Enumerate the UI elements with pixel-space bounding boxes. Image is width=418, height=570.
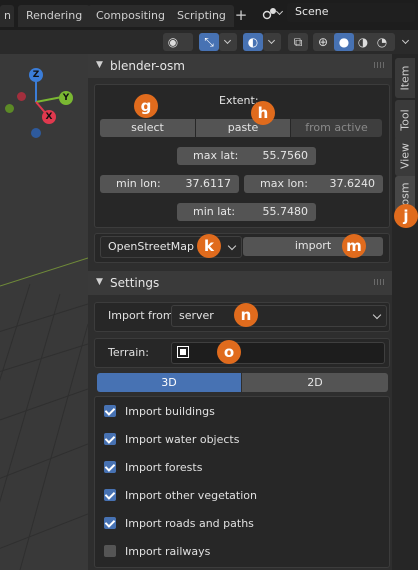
scene-icon[interactable] xyxy=(262,6,278,22)
gizmo-y-axis[interactable]: Y xyxy=(59,91,73,105)
wireframe-shading-icon[interactable]: ⊕ xyxy=(315,34,331,50)
max-lon-label: max lon: xyxy=(260,177,308,190)
solid-shading-icon: ● xyxy=(338,35,350,49)
min-lat-value: 55.7480 xyxy=(262,205,309,218)
paste-button[interactable]: paste xyxy=(196,119,290,137)
min-lat-label: min lat: xyxy=(193,205,236,218)
tab-view[interactable]: View xyxy=(395,136,415,176)
chevron-down-icon xyxy=(227,241,237,251)
object-picker-icon xyxy=(177,346,189,358)
chevron-down-icon xyxy=(223,36,232,45)
gizmo-dropdown[interactable] xyxy=(219,33,237,51)
max-lon-field[interactable]: max lon: 37.6240 xyxy=(244,175,383,193)
annotation-marker-g: g xyxy=(134,94,158,118)
gizmo-neg-x-axis[interactable] xyxy=(17,92,26,101)
gizmo-toggle[interactable]: ⤡ xyxy=(199,33,219,51)
collapse-arrow-icon: ▼ xyxy=(96,277,103,287)
xray-toggle[interactable]: ⧉ xyxy=(288,33,308,51)
annotation-marker-n: n xyxy=(234,303,258,327)
panel-title: blender-osm xyxy=(110,59,185,73)
blender-osm-panel-header[interactable]: ▼ blender-osm xyxy=(88,54,392,78)
add-workspace-button[interactable]: + xyxy=(232,5,250,27)
import-roads-label: Import roads and paths xyxy=(125,517,254,530)
import-buildings-checkbox[interactable] xyxy=(104,405,116,417)
workspace-tab-bar: n Rendering Compositing Scripting + Scen… xyxy=(0,0,418,30)
min-lon-value: 37.6117 xyxy=(185,177,232,190)
import-water-checkbox[interactable] xyxy=(104,433,116,445)
import-from-value: server xyxy=(179,309,214,322)
gizmo-icon: ⤡ xyxy=(204,35,214,49)
data-source-value: OpenStreetMap xyxy=(108,240,195,253)
import-from-label: Import from: xyxy=(108,309,178,322)
terrain-object-field[interactable] xyxy=(171,342,385,364)
tab-osm-label: osm xyxy=(398,182,412,206)
annotation-marker-h: h xyxy=(251,101,275,125)
workspace-tab-compositing[interactable]: Compositing xyxy=(88,5,173,27)
import-options-box xyxy=(94,396,390,568)
annotation-marker-j: j xyxy=(394,204,418,228)
import-forests-label: Import forests xyxy=(125,461,203,474)
settings-panel-header[interactable]: ▼ Settings xyxy=(88,271,392,295)
annotation-marker-o: o xyxy=(217,340,241,364)
mode-3d-tab[interactable]: 3D xyxy=(97,373,241,392)
panel-title: Settings xyxy=(110,276,160,290)
solid-shading-button[interactable]: ● xyxy=(334,33,354,51)
gizmo-z-axis[interactable]: Z xyxy=(29,68,43,82)
terrain-label: Terrain: xyxy=(108,346,149,359)
workspace-tab-rendering[interactable]: Rendering xyxy=(18,5,91,27)
max-lat-field[interactable]: max lat: 55.7560 xyxy=(177,147,316,165)
tab-tool-label: Tool xyxy=(398,109,412,131)
import-railways-label: Import railways xyxy=(125,545,211,558)
overlay-icon: ◐ xyxy=(247,35,259,49)
max-lon-value: 37.6240 xyxy=(329,177,376,190)
chevron-down-icon xyxy=(372,310,382,320)
workspace-tab-layout[interactable]: n xyxy=(0,5,14,27)
collapse-arrow-icon: ▼ xyxy=(96,60,103,70)
annotation-marker-k: k xyxy=(197,234,221,258)
shading-dropdown-chevron-icon[interactable] xyxy=(401,36,410,45)
mode-2d-tab[interactable]: 2D xyxy=(242,373,388,392)
import-water-label: Import water objects xyxy=(125,433,240,446)
navigation-gizmo[interactable] xyxy=(0,54,88,154)
workspace-tab-scripting[interactable]: Scripting xyxy=(169,5,234,27)
sidebar-tabs: Item Tool View osm xyxy=(392,54,418,570)
tab-item[interactable]: Item xyxy=(395,58,415,98)
import-buildings-label: Import buildings xyxy=(125,405,215,418)
rendered-shading-icon[interactable]: ◔ xyxy=(374,34,390,50)
import-roads-checkbox[interactable] xyxy=(104,517,116,529)
shading-mode-group: ⊕ ● ◑ ◔ xyxy=(313,33,395,51)
chevron-down-icon xyxy=(267,36,276,45)
min-lat-field[interactable]: min lat: 55.7480 xyxy=(177,203,316,221)
3d-viewport[interactable]: Z Y X xyxy=(0,54,88,570)
import-vegetation-checkbox[interactable] xyxy=(104,489,116,501)
eye-icon: ◉ xyxy=(167,35,179,49)
xray-icon: ⧉ xyxy=(293,35,303,49)
overlay-toggle[interactable]: ◐ xyxy=(243,33,263,51)
from-active-button[interactable]: from active xyxy=(291,119,382,137)
gizmo-neg-z-axis[interactable] xyxy=(31,128,41,138)
import-vegetation-label: Import other vegetation xyxy=(125,489,257,502)
min-lon-field[interactable]: min lon: 37.6117 xyxy=(100,175,239,193)
import-forests-checkbox[interactable] xyxy=(104,461,116,473)
scene-name: Scene xyxy=(295,5,329,18)
gizmo-x-axis[interactable]: X xyxy=(42,110,56,124)
drag-grip-icon[interactable] xyxy=(374,62,386,68)
overlay-dropdown[interactable] xyxy=(263,33,281,51)
material-shading-icon[interactable]: ◑ xyxy=(355,34,371,50)
annotation-marker-m: m xyxy=(342,234,366,258)
tab-tool[interactable]: Tool xyxy=(395,100,415,140)
tab-view-label: View xyxy=(398,142,412,170)
drag-grip-icon[interactable] xyxy=(374,279,386,285)
max-lat-label: max lat: xyxy=(193,149,239,162)
import-railways-checkbox[interactable] xyxy=(104,545,116,557)
scene-name-field[interactable]: Scene xyxy=(287,3,415,22)
tab-item-label: Item xyxy=(398,65,412,91)
gizmo-neg-y-axis[interactable] xyxy=(5,104,14,113)
select-button[interactable]: select xyxy=(100,119,195,137)
min-lon-label: min lon: xyxy=(116,177,161,190)
visibility-dropdown[interactable]: ◉ xyxy=(163,33,193,51)
import-from-dropdown[interactable]: server xyxy=(171,305,387,327)
max-lat-value: 55.7560 xyxy=(262,149,309,162)
viewport-header: ◉ ⤡ ◐ ⧉ ⊕ ● ◑ ◔ xyxy=(0,30,418,54)
